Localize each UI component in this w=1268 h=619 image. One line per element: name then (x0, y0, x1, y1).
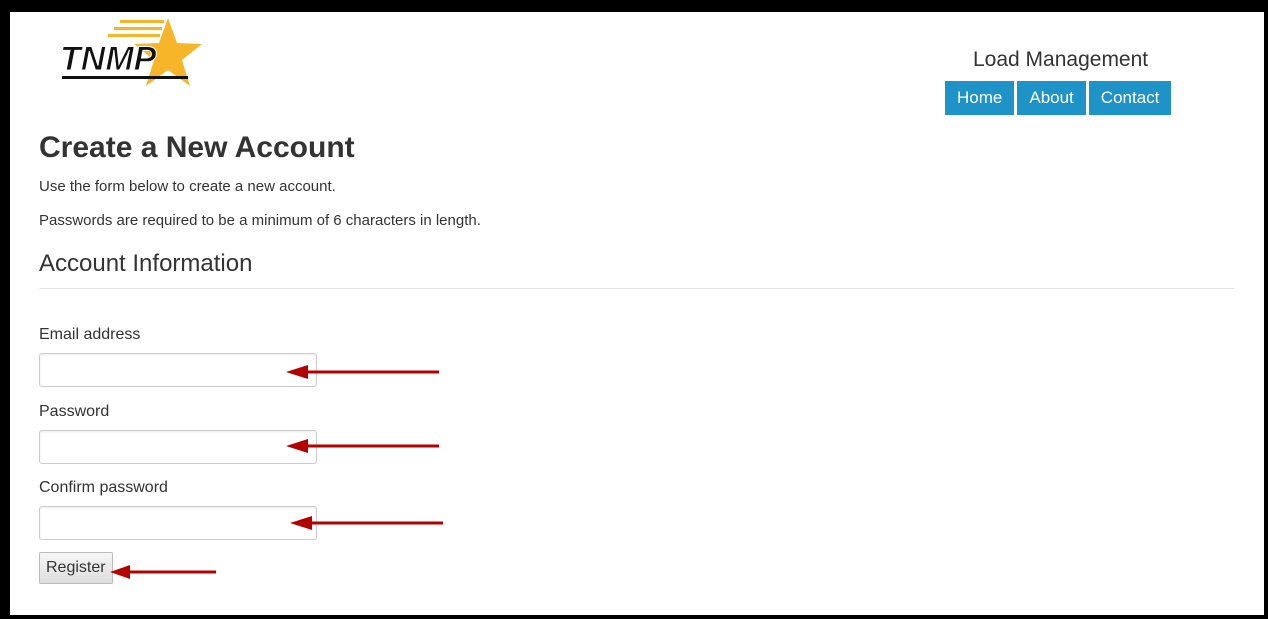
email-field[interactable] (39, 353, 317, 387)
annotation-arrow-register (110, 565, 216, 579)
password-field[interactable] (39, 430, 317, 464)
section-title: Account Information (39, 250, 253, 277)
tnmp-logo: TNMP (60, 18, 202, 86)
confirm-password-label: Confirm password (39, 479, 168, 496)
page-frame: TNMP Load Management Home About Contact … (10, 12, 1264, 615)
email-label: Email address (39, 326, 141, 343)
nav-contact-button[interactable]: Contact (1088, 81, 1172, 115)
logo-lettering: TNMP (60, 40, 157, 78)
site-title: Load Management (973, 48, 1149, 71)
intro-text: Use the form below to create a new accou… (39, 178, 336, 195)
confirm-password-field[interactable] (39, 506, 317, 540)
nav-about-button[interactable]: About (1017, 81, 1086, 115)
register-button[interactable]: Register (39, 552, 113, 584)
page-title: Create a New Account (39, 131, 355, 164)
annotation-arrow-email (286, 365, 439, 379)
password-label: Password (39, 403, 110, 420)
password-rule-text: Passwords are required to be a minimum o… (39, 212, 481, 229)
annotation-arrow-password (286, 439, 439, 453)
annotation-arrow-confirm-password (290, 516, 443, 530)
nav-home-button[interactable]: Home (945, 81, 1015, 115)
section-divider (39, 288, 1234, 289)
top-nav: Home About Contact (945, 81, 1172, 115)
